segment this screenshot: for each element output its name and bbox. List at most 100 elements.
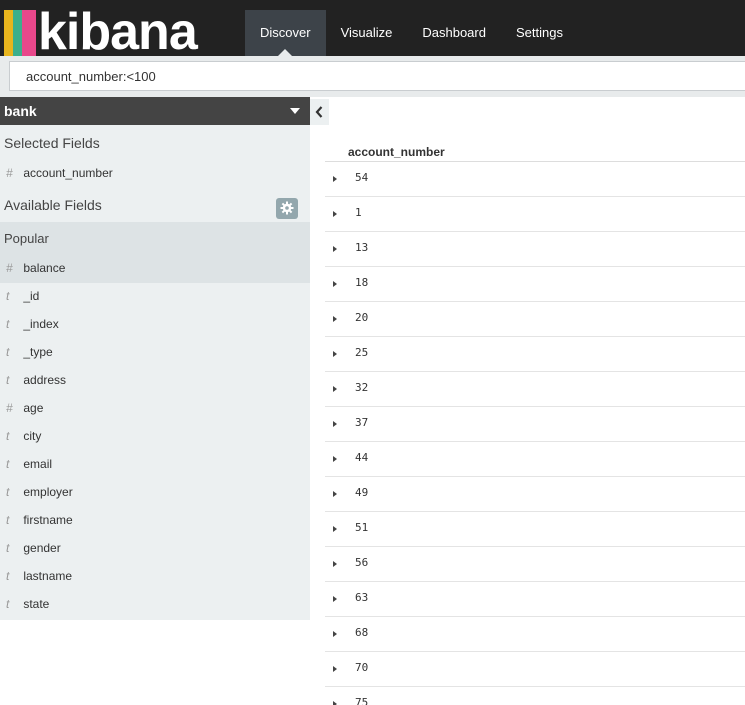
nav-tab-visualize[interactable]: Visualize [326,10,408,56]
main-nav: Discover Visualize Dashboard Settings [245,10,578,56]
field-employer[interactable]: t employer [0,478,310,506]
field-address[interactable]: t address [0,366,310,394]
string-type-icon: t [6,457,10,471]
table-row[interactable]: 18 [325,267,745,302]
caret-right-icon[interactable] [333,281,337,287]
cell-account-number: 49 [355,486,369,499]
cell-account-number: 13 [355,241,369,254]
caret-right-icon[interactable] [333,211,337,217]
column-header-account-number[interactable]: account_number [348,145,445,159]
string-type-icon: t [6,345,10,359]
cell-account-number: 18 [355,276,369,289]
caret-right-icon[interactable] [333,316,337,322]
cell-account-number: 51 [355,521,369,534]
caret-right-icon[interactable] [333,666,337,672]
caret-right-icon[interactable] [333,421,337,427]
caret-down-icon [290,108,300,114]
chevron-left-icon [315,106,323,118]
search-query-input[interactable] [9,61,745,91]
field-name: employer [23,485,73,499]
field-email[interactable]: t email [0,450,310,478]
caret-right-icon[interactable] [333,246,337,252]
table-row[interactable]: 32 [325,372,745,407]
caret-right-icon[interactable] [333,701,337,705]
table-row[interactable]: 75 [325,687,745,705]
number-type-icon: # [6,166,13,180]
collapse-sidebar-button[interactable] [310,99,329,125]
field-balance[interactable]: # balance [0,254,310,282]
field-name: _id [23,289,40,303]
field-gender[interactable]: t gender [0,534,310,562]
caret-right-icon[interactable] [333,176,337,182]
table-row[interactable]: 63 [325,582,745,617]
string-type-icon: t [6,289,10,303]
cell-account-number: 75 [355,696,369,705]
field-firstname[interactable]: t firstname [0,506,310,534]
nav-tab-settings[interactable]: Settings [501,10,578,56]
table-row[interactable]: 56 [325,547,745,582]
table-row[interactable]: 25 [325,337,745,372]
logo-stripe [22,10,36,56]
nav-tab-dashboard[interactable]: Dashboard [407,10,501,56]
selected-fields-heading: Selected Fields [4,135,100,151]
caret-right-icon[interactable] [333,596,337,602]
field-lastname[interactable]: t lastname [0,562,310,590]
table-row[interactable]: 49 [325,477,745,512]
index-pattern-label: bank [4,103,37,119]
cell-account-number: 37 [355,416,369,429]
field-settings-button[interactable] [276,198,298,219]
field-state[interactable]: t state [0,590,310,618]
string-type-icon: t [6,373,10,387]
table-row[interactable]: 70 [325,652,745,687]
field-index[interactable]: t _index [0,310,310,338]
table-row[interactable]: 13 [325,232,745,267]
brand-name: kibana [38,3,198,61]
gear-icon [280,201,294,215]
string-type-icon: t [6,485,10,499]
table-row[interactable]: 68 [325,617,745,652]
selected-field-account-number[interactable]: # account_number [0,159,310,187]
table-row[interactable]: 54 [325,162,745,197]
caret-right-icon[interactable] [333,351,337,357]
logo-stripe [4,10,13,56]
logo-stripe [13,10,22,56]
caret-right-icon[interactable] [333,631,337,637]
field-name: state [23,597,50,611]
string-type-icon: t [6,569,10,583]
field-id[interactable]: t _id [0,282,310,310]
field-name: balance [23,261,66,275]
field-name: account_number [23,166,113,180]
table-row[interactable]: 1 [325,197,745,232]
number-type-icon: # [6,401,13,415]
field-name: gender [23,541,61,555]
top-navbar: kibana Discover Visualize Dashboard Sett… [0,0,745,61]
string-type-icon: t [6,317,10,331]
caret-right-icon[interactable] [333,526,337,532]
field-name: address [23,373,67,387]
cell-account-number: 44 [355,451,369,464]
table-row[interactable]: 44 [325,442,745,477]
kibana-logo[interactable]: kibana [0,3,240,61]
caret-right-icon[interactable] [333,456,337,462]
cell-account-number: 56 [355,556,369,569]
cell-account-number: 70 [355,661,369,674]
cell-account-number: 32 [355,381,369,394]
caret-right-icon[interactable] [333,491,337,497]
table-row[interactable]: 51 [325,512,745,547]
nav-tab-discover[interactable]: Discover [245,10,326,56]
field-age[interactable]: # age [0,394,310,422]
field-name: email [23,457,53,471]
field-sidebar: bank Selected Fields # account_number Av… [0,97,310,620]
string-type-icon: t [6,513,10,527]
field-name: firstname [23,513,73,527]
field-name: city [23,429,42,443]
string-type-icon: t [6,541,10,555]
index-pattern-select[interactable]: bank [0,97,310,125]
caret-right-icon[interactable] [333,561,337,567]
table-row[interactable]: 37 [325,407,745,442]
cell-account-number: 20 [355,311,369,324]
table-row[interactable]: 20 [325,302,745,337]
caret-right-icon[interactable] [333,386,337,392]
field-type[interactable]: t _type [0,338,310,366]
field-city[interactable]: t city [0,422,310,450]
